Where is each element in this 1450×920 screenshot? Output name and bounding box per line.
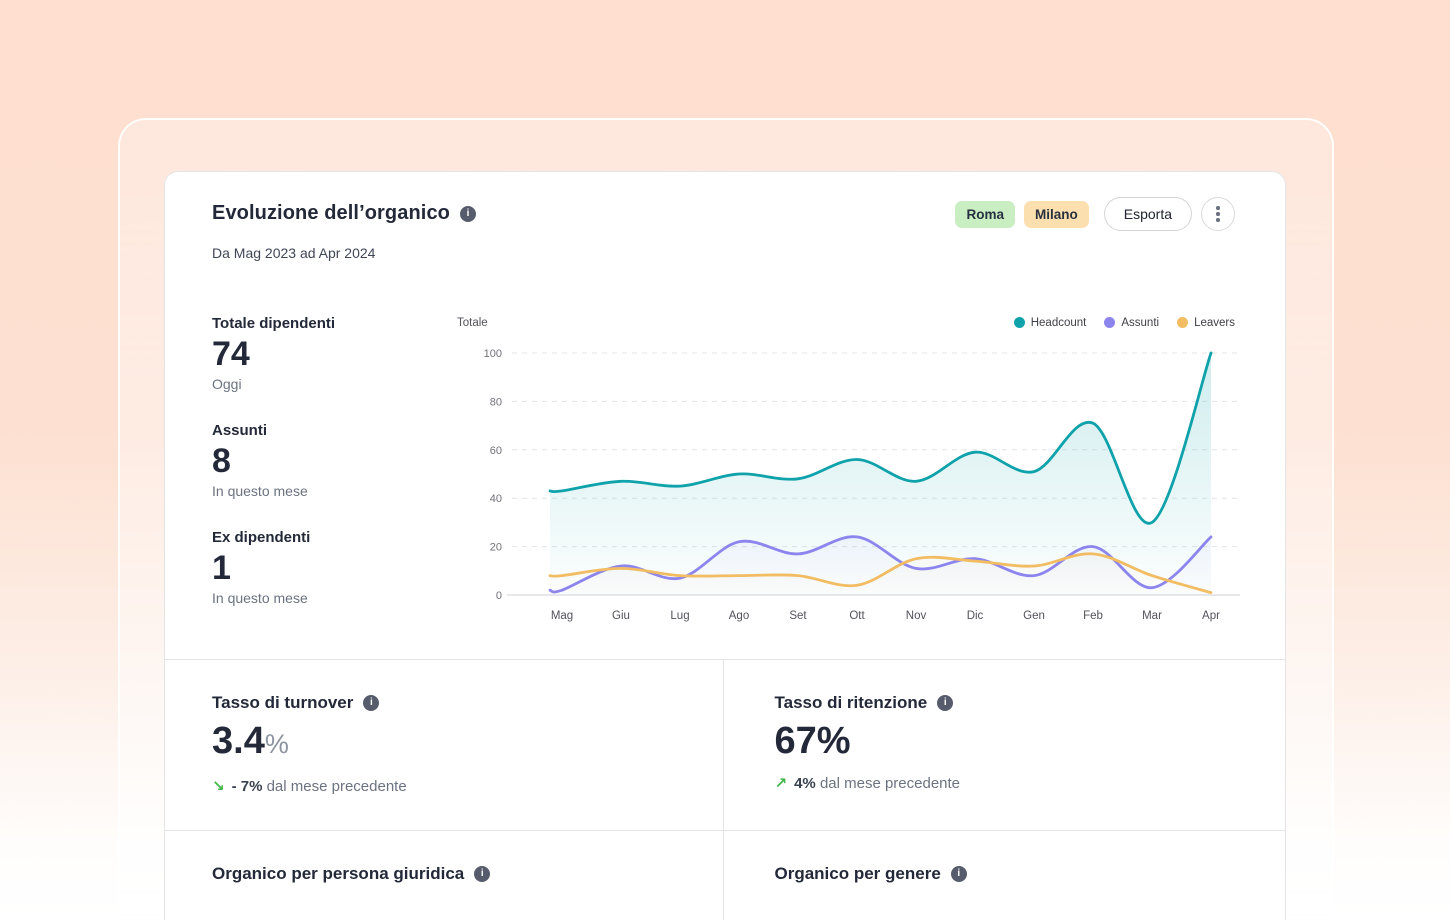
dashboard-card: Evoluzione dell’organico i Da Mag 2023 a…: [164, 171, 1286, 920]
retention-value: 67%: [775, 720, 1246, 762]
stat-value: 8: [212, 441, 457, 481]
headcount-chart[interactable]: 0 20 40 60 80 100 Mag Giu Lug Ago Set Ott Nov Dic Gen F…: [457, 343, 1240, 628]
page-title: Evoluzione dell’organico: [212, 202, 450, 225]
retention-card: Tasso di ritenzione i 67% ↗ 4% dal mese …: [723, 660, 1286, 830]
kebab-dot: [1216, 212, 1220, 216]
header-titles: Evoluzione dell’organico i Da Mag 2023 a…: [212, 202, 476, 261]
legal-entity-card: Organico per persona giuridica i: [165, 831, 723, 920]
trend-up-icon: ↗: [775, 776, 788, 791]
kebab-dot: [1216, 218, 1220, 222]
gender-title: Organico per genere: [775, 864, 941, 884]
stat-value: 74: [212, 334, 457, 374]
stat-sublabel: Oggi: [212, 376, 457, 392]
stat-label: Totale dipendenti: [212, 315, 457, 332]
svg-text:Set: Set: [789, 610, 807, 622]
filter-badge-milano[interactable]: Milano: [1024, 201, 1089, 228]
stat-label: Assunti: [212, 422, 457, 439]
trend-down-icon: ↘: [212, 779, 225, 794]
svg-text:Nov: Nov: [906, 610, 927, 622]
kebab-menu-button[interactable]: [1201, 197, 1235, 231]
stats-column: Totale dipendenti 74 Oggi Assunti 8 In q…: [212, 315, 457, 636]
chart-area: Totale Headcount Assunti Leavers 0 20 40 60 80…: [457, 315, 1235, 636]
legend-item-headcount[interactable]: Headcount: [1014, 317, 1087, 329]
stat-sublabel: In questo mese: [212, 483, 457, 499]
legal-entity-title: Organico per persona giuridica: [212, 864, 464, 884]
section-header: Evoluzione dell’organico i Da Mag 2023 a…: [212, 202, 1235, 261]
retention-title: Tasso di ritenzione: [775, 693, 928, 713]
turnover-card: Tasso di turnover i 3.4% ↘ - 7% dal mese…: [165, 660, 723, 830]
filter-badge-roma[interactable]: Roma: [955, 201, 1015, 228]
svg-text:Ott: Ott: [849, 610, 865, 622]
svg-text:Mag: Mag: [551, 610, 573, 622]
app-window-frame: Evoluzione dell’organico i Da Mag 2023 a…: [118, 118, 1334, 920]
headcount-evolution-section: Evoluzione dell’organico i Da Mag 2023 a…: [165, 172, 1285, 659]
svg-text:20: 20: [490, 542, 502, 554]
header-actions: Roma Milano Esporta: [955, 197, 1235, 231]
bottom-row: Organico per persona giuridica i Organic…: [165, 830, 1285, 920]
chart-body: Totale dipendenti 74 Oggi Assunti 8 In q…: [212, 315, 1235, 636]
info-icon[interactable]: i: [937, 695, 953, 711]
legend-dot: [1177, 317, 1188, 328]
info-icon[interactable]: i: [951, 866, 967, 882]
legend-dot: [1104, 317, 1115, 328]
stat-leavers: Ex dipendenti 1 In questo mese: [212, 529, 457, 606]
legend-item-assunti[interactable]: Assunti: [1104, 317, 1159, 329]
svg-text:100: 100: [484, 348, 502, 360]
legend-item-leavers[interactable]: Leavers: [1177, 317, 1235, 329]
svg-text:Giu: Giu: [612, 610, 630, 622]
svg-text:Mar: Mar: [1142, 610, 1162, 622]
stat-sublabel: In questo mese: [212, 590, 457, 606]
svg-text:Lug: Lug: [670, 610, 689, 622]
chart-legend: Headcount Assunti Leavers: [1014, 317, 1235, 329]
turnover-value: 3.4%: [212, 720, 683, 765]
svg-text:80: 80: [490, 396, 502, 408]
info-icon[interactable]: i: [460, 206, 476, 222]
turnover-title: Tasso di turnover: [212, 693, 353, 713]
svg-text:40: 40: [490, 493, 502, 505]
stat-value: 1: [212, 548, 457, 588]
export-button[interactable]: Esporta: [1104, 197, 1192, 231]
turnover-trend: ↘ - 7% dal mese precedente: [212, 778, 683, 795]
retention-trend: ↗ 4% dal mese precedente: [775, 775, 1246, 792]
stat-total-employees: Totale dipendenti 74 Oggi: [212, 315, 457, 392]
svg-text:Apr: Apr: [1202, 610, 1220, 622]
svg-text:Gen: Gen: [1023, 610, 1045, 622]
kebab-dot: [1216, 206, 1220, 210]
stat-hired: Assunti 8 In questo mese: [212, 422, 457, 499]
stat-label: Ex dipendenti: [212, 529, 457, 546]
date-range-subtitle: Da Mag 2023 ad Apr 2024: [212, 245, 476, 261]
kpi-row: Tasso di turnover i 3.4% ↘ - 7% dal mese…: [165, 659, 1285, 830]
svg-text:Feb: Feb: [1083, 610, 1103, 622]
svg-text:Ago: Ago: [729, 610, 749, 622]
svg-text:60: 60: [490, 445, 502, 457]
gender-card: Organico per genere i: [723, 831, 1286, 920]
svg-text:0: 0: [496, 590, 502, 602]
info-icon[interactable]: i: [363, 695, 379, 711]
svg-text:Dic: Dic: [967, 610, 984, 622]
y-axis-title: Totale: [457, 317, 488, 329]
legend-dot: [1014, 317, 1025, 328]
info-icon[interactable]: i: [474, 866, 490, 882]
